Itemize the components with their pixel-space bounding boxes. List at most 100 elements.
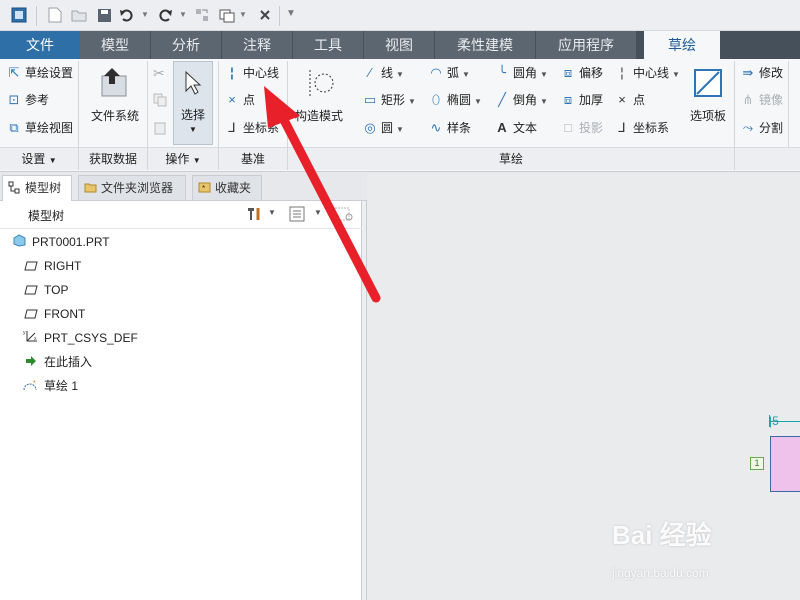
tab-sketch[interactable]: 草绘 <box>644 31 720 59</box>
insert-here-arrow-icon <box>22 352 40 374</box>
app-icon[interactable] <box>10 6 28 24</box>
text-button[interactable]: A 文本 <box>494 117 537 139</box>
text-icon: A <box>497 120 507 135</box>
redo-icon[interactable] <box>156 6 174 24</box>
datum-csys-button[interactable]: ⅃ 坐标系 <box>224 117 279 139</box>
undo-icon[interactable] <box>118 6 136 24</box>
rectangle-button[interactable]: ▭ 矩形 ▼ <box>362 89 416 111</box>
offset-button[interactable]: ⧈ 偏移 <box>560 62 603 84</box>
tree-item-top[interactable]: TOP <box>22 279 68 301</box>
pointer-icon <box>183 70 203 99</box>
fillet-button[interactable]: ╰ 圆角 ▼ <box>494 62 548 84</box>
tab-model-tree[interactable]: 模型树 <box>2 175 72 201</box>
tree-settings-icon[interactable] <box>246 206 264 225</box>
palette-button[interactable]: 选项板 <box>686 63 730 124</box>
tree-item-right[interactable]: RIGHT <box>22 255 81 277</box>
tree-item-csys[interactable]: y x PRT_CSYS_DEF <box>22 327 138 349</box>
centerline-icon: ¦ <box>620 65 624 80</box>
tab-flexible-modeling[interactable]: 柔性建模 <box>435 31 535 59</box>
arc-icon: ◠ <box>430 65 442 80</box>
tab-analysis[interactable]: 分析 <box>151 31 221 59</box>
tab-model[interactable]: 模型 <box>80 31 150 59</box>
offset-icon: ⧈ <box>563 65 573 80</box>
line-button[interactable]: ⁄ 线 ▼ <box>362 62 404 84</box>
model-tree-icon <box>8 181 20 194</box>
redo-dropdown-icon[interactable]: ▼ <box>179 10 187 19</box>
tree-filter-icon[interactable] <box>334 206 354 225</box>
tab-file[interactable]: 文件 <box>0 31 80 59</box>
datum-centerline-button[interactable]: ¦ 中心线 <box>224 62 279 84</box>
sketch-point-button[interactable]: × 点 <box>614 89 645 111</box>
close-window-icon[interactable] <box>256 6 274 24</box>
spline-button[interactable]: ∿ 样条 <box>428 117 471 139</box>
cut-icon[interactable]: ✂ <box>153 65 165 82</box>
windows-dropdown-icon[interactable]: ▼ <box>239 10 247 19</box>
sketch-csys-button[interactable]: ⅃ 坐标系 <box>614 117 669 139</box>
tree-settings-dropdown-icon[interactable]: ▼ <box>268 208 276 217</box>
sketch-setup-button[interactable]: ⇱ 草绘设置 <box>6 62 73 84</box>
model-tree-header: 模型树 ▼ ▼ <box>0 201 362 229</box>
select-button[interactable]: 选择 ▼ <box>173 61 213 145</box>
tree-item-front[interactable]: FRONT <box>22 303 85 325</box>
show-columns-icon[interactable] <box>289 206 305 225</box>
sketch-view-icon: ⧉ <box>9 120 19 135</box>
setup-group-label[interactable]: 设置 ▼ <box>0 147 78 170</box>
csys-icon: ⅃ <box>618 120 626 135</box>
modify-button[interactable]: ⇛ 修改 <box>740 62 783 84</box>
save-icon[interactable] <box>95 6 113 24</box>
ribbon: ⇱ 草绘设置 ⊡ 参考 ⧉ 草绘视图 设置 ▼ 文件系统 获取数据 ✂ 选择 ▼ 操作… <box>0 59 800 172</box>
tab-folder-browser[interactable]: 文件夹浏览器 <box>78 175 186 200</box>
chamfer-button[interactable]: ╱ 倒角 ▼ <box>494 89 548 111</box>
tab-annotate[interactable]: 注释 <box>222 31 292 59</box>
tree-item-part[interactable]: PRT0001.PRT <box>10 231 110 253</box>
constraint-symbol[interactable]: 1 <box>750 457 764 470</box>
get-data-group-label: 获取数据 <box>79 147 147 170</box>
thicken-button[interactable]: ⧈ 加厚 <box>560 89 603 111</box>
point-x-icon: × <box>228 92 236 107</box>
sketch-view-button[interactable]: ⧉ 草绘视图 <box>6 117 73 139</box>
ellipse-button[interactable]: ⬯ 椭圆 ▼ <box>428 89 482 111</box>
select-dropdown-icon[interactable]: ▼ <box>174 125 212 134</box>
reference-button[interactable]: ⊡ 参考 <box>6 89 49 111</box>
windows-icon[interactable] <box>218 6 236 24</box>
tree-item-insert-here[interactable]: 在此插入 <box>22 351 92 373</box>
sketching-group-label: 草绘 <box>288 147 734 170</box>
divide-button[interactable]: ⤳ 分割 <box>740 117 783 139</box>
model-tree-panel: 模型树 ▼ ▼ PRT0001.PRT RIGHT TOP FRONT y x PR… <box>0 201 362 600</box>
regenerate-icon[interactable] <box>193 6 211 24</box>
quick-access-toolbar: ▼ ▼ ▼ ▼ <box>0 0 800 31</box>
datum-point-button[interactable]: × 点 <box>224 89 255 111</box>
fillet-icon: ╰ <box>498 65 506 80</box>
tab-applications[interactable]: 应用程序 <box>536 31 636 59</box>
paste-icon[interactable] <box>153 121 167 138</box>
tab-view[interactable]: 视图 <box>364 31 434 59</box>
navigator-tabs: 模型树 文件夹浏览器 * 收藏夹 <box>0 173 367 201</box>
tab-tools[interactable]: 工具 <box>293 31 363 59</box>
undo-dropdown-icon[interactable]: ▼ <box>141 10 149 19</box>
chamfer-icon: ╱ <box>498 92 506 107</box>
mirror-button[interactable]: ⋔ 镜像 <box>740 89 783 111</box>
dimension-label[interactable]: |5 <box>769 414 779 428</box>
project-button[interactable]: □ 投影 <box>560 117 603 139</box>
svg-text:*: * <box>202 184 205 193</box>
file-system-button[interactable]: 文件系统 <box>84 63 146 124</box>
open-folder-icon[interactable] <box>70 6 88 24</box>
copy-icon[interactable] <box>153 93 167 110</box>
sketch-centerline-button[interactable]: ¦ 中心线 ▼ <box>614 62 680 84</box>
tree-item-sketch1[interactable]: * 草绘 1 <box>22 375 78 397</box>
csys-icon: yx <box>22 328 40 350</box>
construction-mode-button[interactable]: 构造模式 <box>290 63 348 124</box>
reference-icon: ⊡ <box>8 92 20 107</box>
operations-group-label[interactable]: 操作 ▼ <box>148 147 218 170</box>
graphics-canvas[interactable]: |5 1 <box>367 173 800 600</box>
circle-button[interactable]: ◎ 圆 ▼ <box>362 117 404 139</box>
centerline-icon: ¦ <box>230 65 234 80</box>
arc-button[interactable]: ◠ 弧 ▼ <box>428 62 470 84</box>
thicken-icon: ⧈ <box>563 92 573 107</box>
tab-favorites[interactable]: * 收藏夹 <box>192 175 262 200</box>
new-file-icon[interactable] <box>46 6 64 24</box>
sketch-rectangle[interactable] <box>770 436 800 492</box>
point-x-icon: × <box>618 92 626 107</box>
show-dropdown-icon[interactable]: ▼ <box>314 208 322 217</box>
customize-toolbar-icon[interactable]: ▼ <box>286 8 296 19</box>
